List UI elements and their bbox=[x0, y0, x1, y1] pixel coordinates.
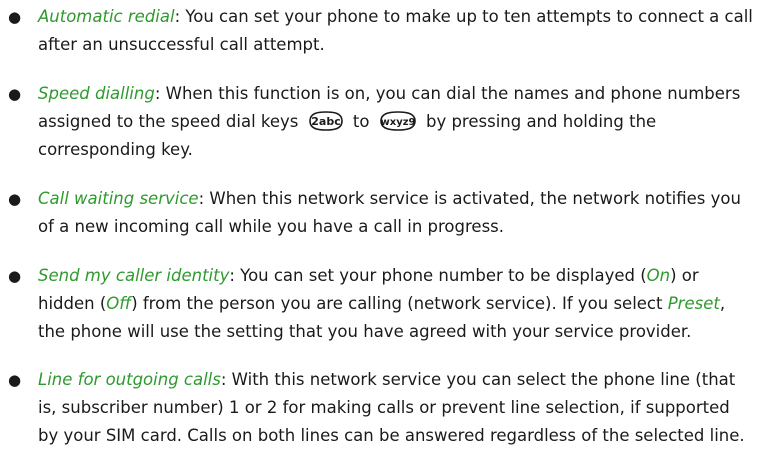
bullet-icon: ● bbox=[8, 371, 22, 389]
term-speed-dialling: Speed dialling bbox=[38, 84, 155, 103]
list-item-text: Call waiting service: When this network … bbox=[38, 185, 753, 241]
key-wxyz9-icon: wxyz9 bbox=[377, 110, 419, 132]
document-page: ● Automatic redial: You can set your pho… bbox=[0, 0, 761, 470]
option-off: Off bbox=[106, 294, 132, 313]
term-send-caller-identity: Send my caller identity bbox=[38, 266, 230, 285]
term-call-waiting: Call waiting service bbox=[38, 189, 199, 208]
description-part-b: to bbox=[352, 112, 370, 131]
description-part-a: : You can set your phone number to be di… bbox=[229, 266, 647, 285]
key2-label: wxyz9 bbox=[380, 117, 415, 128]
option-on: On bbox=[646, 266, 671, 285]
bullet-icon: ● bbox=[8, 190, 22, 208]
term-line-outgoing-calls: Line for outgoing calls bbox=[38, 370, 221, 389]
bullet-icon: ● bbox=[8, 267, 22, 285]
term-automatic-redial: Automatic redial bbox=[38, 7, 175, 26]
key-2abc-icon: 2abc bbox=[306, 110, 346, 132]
list-item-text: Speed dialling: When this function is on… bbox=[38, 80, 753, 164]
list-item-text: Send my caller identity: You can set you… bbox=[38, 262, 753, 346]
key1-label: 2abc bbox=[311, 115, 340, 128]
bullet-icon: ● bbox=[8, 8, 22, 26]
bullet-icon: ● bbox=[8, 85, 22, 103]
option-preset: Preset bbox=[667, 294, 720, 313]
list-item-text: Automatic redial: You can set your phone… bbox=[38, 3, 753, 59]
description-part-c: ) from the person you are calling (netwo… bbox=[131, 294, 663, 313]
list-item-text: Line for outgoing calls: With this netwo… bbox=[38, 366, 753, 450]
